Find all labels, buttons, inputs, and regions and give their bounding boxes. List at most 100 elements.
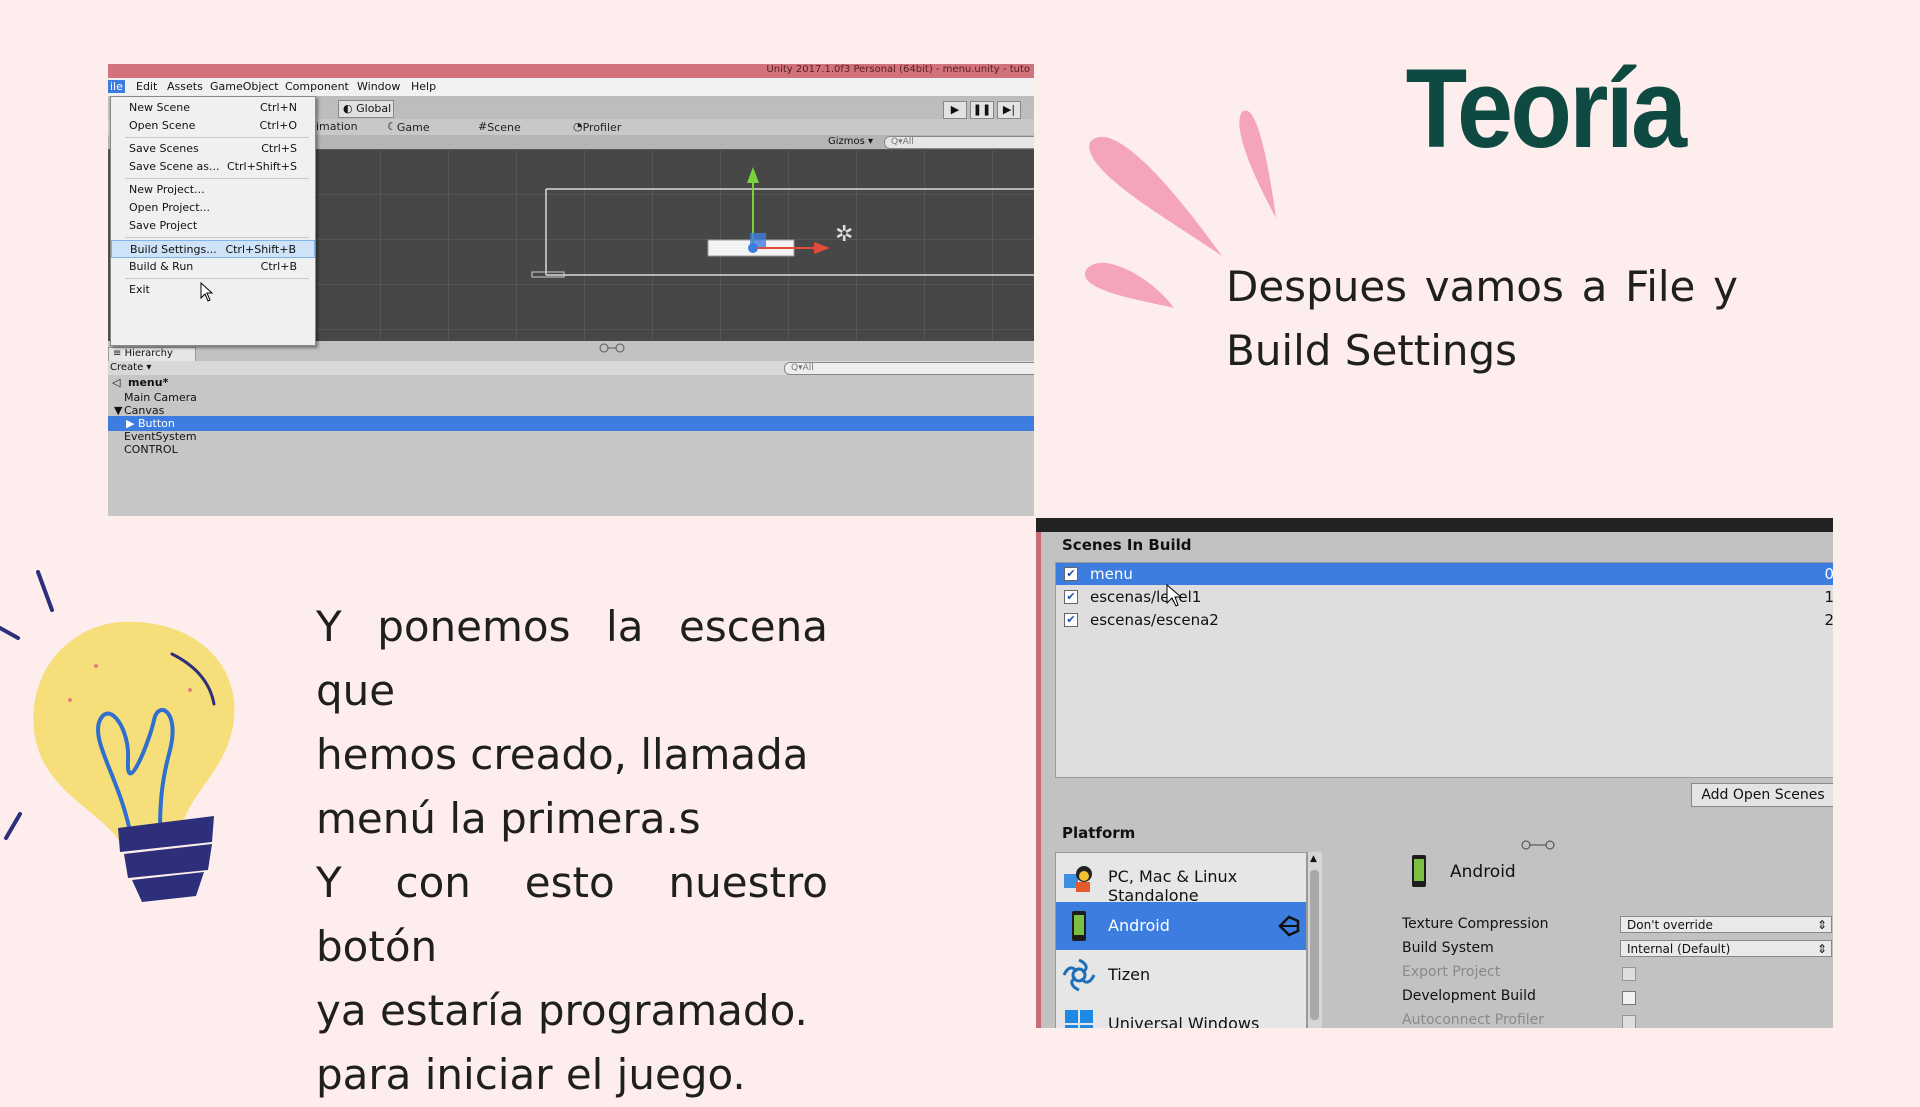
unity-logo-icon xyxy=(1278,915,1300,937)
instruction-text-file-build: Despues vamos a File y Build Settings xyxy=(1226,262,1738,375)
selected-platform-title: Android xyxy=(1450,862,1516,882)
scroll-up-arrow-icon[interactable]: ▲ xyxy=(1310,854,1317,864)
tab-game[interactable]: ☾ Game xyxy=(387,120,430,134)
export-project-label: Export Project xyxy=(1402,964,1501,980)
scene-include-checkbox[interactable]: ✔ xyxy=(1064,613,1078,627)
scene-index: 0 xyxy=(1824,565,1833,583)
menu-item-label: New Project... xyxy=(129,183,205,196)
dropdown-value: Internal (Default) xyxy=(1627,942,1731,956)
scene-row[interactable]: ✔ menu 0 xyxy=(1056,563,1833,585)
unity-editor-screenshot: Unity 2017.1.0f3 Personal (64bit) - menu… xyxy=(108,64,1034,516)
texture-compression-dropdown[interactable]: Don't override ⇕ xyxy=(1620,916,1832,933)
play-button[interactable]: ▶ xyxy=(943,101,967,119)
globe-icon: ◐ xyxy=(343,102,353,115)
menu-gameobject[interactable]: GameObject xyxy=(210,80,279,93)
splitter-handle-icon[interactable] xyxy=(598,343,638,353)
global-label: Global xyxy=(356,102,392,115)
platform-list-scrollbar[interactable]: ▲ xyxy=(1307,852,1322,1028)
export-project-checkbox[interactable] xyxy=(1622,967,1636,981)
hierarchy-panel: ◁ menu* Main Camera ▼ Canvas ▶ Button Event… xyxy=(108,375,1034,516)
text-line: ya estaría programado. xyxy=(316,986,808,1035)
development-build-label: Development Build xyxy=(1402,988,1536,1004)
mouse-cursor-icon xyxy=(200,282,214,302)
platform-item-standalone[interactable]: PC, Mac & Linux Standalone xyxy=(1056,853,1306,905)
platform-item-tizen[interactable]: Tizen xyxy=(1056,951,1306,999)
menu-item-save-scenes[interactable]: Save Scenes Ctrl+S xyxy=(111,140,315,158)
development-build-checkbox[interactable] xyxy=(1622,991,1636,1005)
menu-item-build-and-run[interactable]: Build & Run Ctrl+B xyxy=(111,258,315,276)
scene-include-checkbox[interactable]: ✔ xyxy=(1064,590,1078,604)
menu-item-build-settings[interactable]: Build Settings... Ctrl+Shift+B xyxy=(111,240,315,258)
tab-animation[interactable]: imation xyxy=(316,120,358,133)
menu-item-label: Build & Run xyxy=(129,260,194,273)
menu-item-label: Build Settings... xyxy=(130,243,217,256)
unity-scene-icon: ◁ xyxy=(112,376,121,389)
menu-item-new-scene[interactable]: New Scene Ctrl+N xyxy=(111,99,315,117)
scene-name: escenas/level1 xyxy=(1090,588,1202,606)
build-system-label: Build System xyxy=(1402,940,1494,956)
step-button[interactable]: ▶| xyxy=(997,101,1021,119)
menu-item-shortcut: Ctrl+B xyxy=(260,260,297,273)
platform-item-uwp[interactable]: Universal Windows Platform xyxy=(1056,1000,1306,1028)
autoconnect-profiler-label: Autoconnect Profiler xyxy=(1402,1012,1545,1028)
gizmos-dropdown[interactable]: Gizmos ▾ xyxy=(828,136,873,147)
android-phone-icon xyxy=(1412,855,1426,887)
scene-search-input[interactable]: Q▾All xyxy=(884,136,1034,149)
tab-hierarchy[interactable]: ≡ Hierarchy xyxy=(108,347,196,362)
menu-item-label: Open Project... xyxy=(129,201,211,214)
scene-row[interactable]: ✔ escenas/escena2 2 xyxy=(1056,609,1833,631)
scrollbar-thumb[interactable] xyxy=(1310,870,1319,1020)
scene-name: menu xyxy=(1090,565,1133,583)
windows-logo-icon xyxy=(1065,1010,1093,1028)
scenes-in-build-heading: Scenes In Build xyxy=(1062,536,1192,554)
hierarchy-create-label: Create xyxy=(110,362,144,373)
menu-item-open-scene[interactable]: Open Scene Ctrl+O xyxy=(111,117,315,135)
build-system-dropdown[interactable]: Internal (Default) ⇕ xyxy=(1620,940,1832,957)
platform-name: PC, Mac & Linux Standalone xyxy=(1108,867,1238,905)
text-line: hemos creado, llamada xyxy=(316,730,809,779)
add-open-scenes-button[interactable]: Add Open Scenes xyxy=(1691,783,1833,807)
menu-item-shortcut: Ctrl+N xyxy=(259,101,297,114)
tab-scene[interactable]: # Scene xyxy=(478,120,521,134)
svg-text:✲: ✲ xyxy=(835,222,853,247)
menu-assets[interactable]: Assets xyxy=(167,80,203,93)
global-toggle[interactable]: ◐ Global xyxy=(338,100,394,118)
menu-edit[interactable]: Edit xyxy=(136,80,157,93)
scene-index: 2 xyxy=(1824,611,1833,629)
splitter-handle-icon[interactable] xyxy=(1520,840,1560,850)
standalone-platform-icon xyxy=(1064,866,1092,892)
tab-profiler-label: Profiler xyxy=(582,121,622,134)
menu-window[interactable]: Window xyxy=(357,80,400,93)
hierarchy-item[interactable]: CONTROL xyxy=(108,442,1034,457)
menu-component[interactable]: Component xyxy=(285,80,349,93)
scene-index: 1 xyxy=(1824,588,1833,606)
menu-item-save-scene-as[interactable]: Save Scene as... Ctrl+Shift+S xyxy=(111,158,315,176)
scene-search-placeholder: All xyxy=(902,137,914,147)
menu-item-new-project[interactable]: New Project... xyxy=(111,181,315,199)
window-title: Unity 2017.1.0f3 Personal (64bit) - menu… xyxy=(766,64,1030,75)
menu-file[interactable]: ile xyxy=(108,80,125,93)
dropdown-arrows-icon: ⇕ xyxy=(1816,942,1827,956)
menu-item-shortcut: Ctrl+S xyxy=(261,142,297,155)
build-settings-screenshot: Scenes In Build ✔ menu 0 ✔ escenas/level… xyxy=(1036,518,1833,1028)
pause-button[interactable]: ❚❚ xyxy=(970,101,994,119)
hierarchy-item-label: menu* xyxy=(128,376,169,389)
tab-profiler[interactable]: ◔ Profiler xyxy=(573,120,621,134)
autoconnect-profiler-checkbox[interactable] xyxy=(1622,1015,1636,1028)
tab-hierarchy-label: Hierarchy xyxy=(124,348,173,359)
platform-name: Universal Windows Platform xyxy=(1108,1014,1260,1028)
hierarchy-search-input[interactable]: Q▾All xyxy=(784,362,1034,375)
menu-item-save-project[interactable]: Save Project xyxy=(111,217,315,235)
texture-compression-label: Texture Compression xyxy=(1402,916,1549,932)
platform-item-android[interactable]: Android xyxy=(1056,902,1306,950)
slide-title: Teoría xyxy=(1405,46,1688,171)
hierarchy-item-label: CONTROL xyxy=(124,443,178,456)
scene-include-checkbox[interactable]: ✔ xyxy=(1064,567,1078,581)
menu-help[interactable]: Help xyxy=(411,80,436,93)
menu-item-shortcut: Ctrl+O xyxy=(259,119,297,132)
menu-item-open-project[interactable]: Open Project... xyxy=(111,199,315,217)
scene-name: escenas/escena2 xyxy=(1090,611,1219,629)
hierarchy-create-dropdown[interactable]: Create ▾ xyxy=(110,362,151,373)
hierarchy-scene-row[interactable]: ◁ menu* xyxy=(108,375,1034,390)
window-titlebar xyxy=(1036,518,1833,532)
